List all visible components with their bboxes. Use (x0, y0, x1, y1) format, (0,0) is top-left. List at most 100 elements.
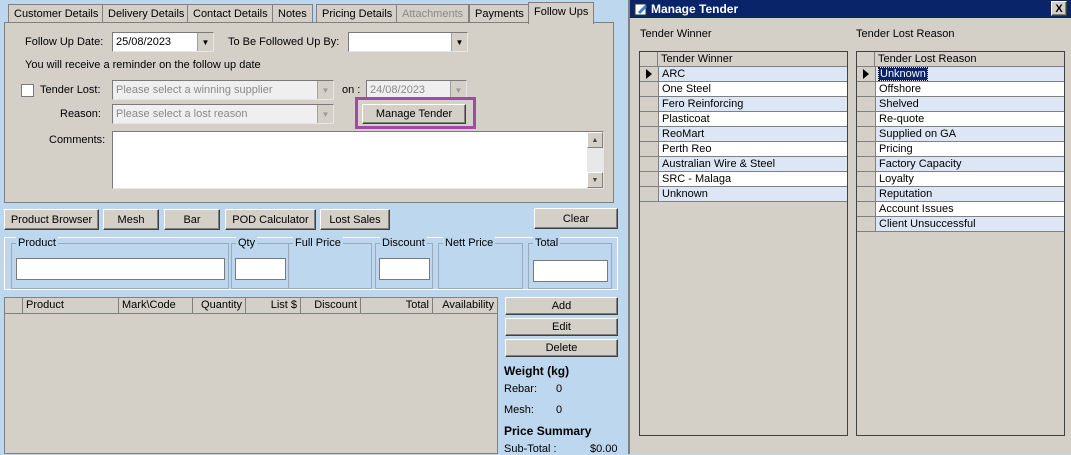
delete-button[interactable]: Delete (505, 339, 618, 357)
discount-input[interactable] (379, 258, 430, 280)
winner-row[interactable]: One Steel (658, 82, 847, 97)
tab-payments[interactable]: Payments (469, 4, 530, 23)
column-header-availability[interactable]: Availability (433, 298, 497, 314)
winner-row[interactable]: ReoMart (658, 127, 847, 142)
tender-lost-reason-list[interactable]: Tender Lost Reason Unknown Offshore Shelve… (856, 51, 1065, 436)
tab-contact-details[interactable]: Contact Details (187, 4, 274, 23)
reason-row[interactable]: Offshore (875, 82, 1064, 97)
winner-row[interactable]: ARC (658, 67, 847, 82)
product-grid[interactable]: Product Mark\Code Quantity List $ Discou… (4, 297, 498, 454)
reason-row[interactable]: Re-quote (875, 112, 1064, 127)
reason-row-indicator[interactable] (857, 82, 875, 97)
reason-row[interactable]: Client Unsuccessful (875, 217, 1064, 232)
winner-column-header[interactable]: Tender Winner (658, 52, 847, 67)
add-button[interactable]: Add (505, 297, 618, 315)
reason-row-label: Unknown (878, 67, 928, 81)
column-header-discount[interactable]: Discount (301, 298, 361, 314)
column-header-mark-code[interactable]: Mark\Code (119, 298, 193, 314)
reason-row-label: Client Unsuccessful (879, 218, 976, 230)
column-header-product[interactable]: Product (23, 298, 119, 314)
winner-row-indicator[interactable] (640, 142, 658, 157)
follow-up-date-picker[interactable]: 25/08/2023 ▼ (112, 32, 214, 52)
reason-row-label: Reputation (879, 188, 933, 200)
winner-list-corner (640, 52, 658, 67)
reason-row-indicator[interactable] (857, 202, 875, 217)
winner-row[interactable]: Fero Reinforcing (658, 97, 847, 112)
qty-input[interactable] (235, 258, 286, 280)
reason-row[interactable]: Reputation (875, 187, 1064, 202)
total-group: Total (528, 237, 612, 289)
reason-row-indicator[interactable] (857, 127, 875, 142)
reason-row[interactable]: Unknown (875, 67, 1064, 82)
chevron-down-icon[interactable]: ▼ (197, 33, 213, 51)
chevron-down-icon: ▼ (317, 105, 333, 123)
reason-row[interactable]: Account Issues (875, 202, 1064, 217)
winner-row-label: Australian Wire & Steel (662, 158, 776, 170)
rebar-label: Rebar: (504, 383, 538, 395)
reason-row-indicator[interactable] (857, 97, 875, 112)
winner-row-indicator[interactable] (640, 82, 658, 97)
column-header-list[interactable]: List $ (246, 298, 301, 314)
reason-column-header[interactable]: Tender Lost Reason (875, 52, 1064, 67)
tab-customer-details[interactable]: Customer Details (8, 4, 105, 23)
winner-row[interactable]: Perth Reo (658, 142, 847, 157)
reason-row-indicator[interactable] (857, 157, 875, 172)
product-input[interactable] (16, 258, 225, 280)
total-input (533, 260, 608, 282)
reason-row[interactable]: Factory Capacity (875, 157, 1064, 172)
reason-row-indicator[interactable] (857, 142, 875, 157)
tab-delivery-details[interactable]: Delivery Details (102, 4, 191, 23)
winner-row-indicator[interactable] (640, 112, 658, 127)
winner-row[interactable]: Plasticoat (658, 112, 847, 127)
mesh-label: Mesh: (504, 404, 534, 416)
tender-winner-list[interactable]: Tender Winner ARC One Steel Fero Reinforci… (639, 51, 848, 436)
winner-row-indicator[interactable] (640, 97, 658, 112)
comments-scrollbar[interactable]: ▲ ▼ (587, 132, 603, 188)
reason-row-indicator[interactable] (857, 172, 875, 187)
tender-winner-section-label: Tender Winner (640, 28, 712, 40)
reason-row-indicator[interactable] (857, 67, 875, 82)
mesh-button[interactable]: Mesh (103, 209, 159, 230)
winner-row[interactable]: Unknown (658, 187, 847, 202)
dialog-titlebar[interactable]: Manage Tender X (630, 0, 1071, 18)
winner-row-indicator[interactable] (640, 127, 658, 142)
followed-up-by-select[interactable]: ▼ (348, 32, 468, 52)
tender-lost-checkbox[interactable] (21, 84, 34, 97)
reason-row[interactable]: Supplied on GA (875, 127, 1064, 142)
winning-supplier-placeholder: Please select a winning supplier (116, 84, 273, 96)
reason-row-indicator[interactable] (857, 217, 875, 232)
winner-row[interactable]: SRC - Malaga (658, 172, 847, 187)
winner-row[interactable]: Australian Wire & Steel (658, 157, 847, 172)
product-browser-button[interactable]: Product Browser (4, 209, 99, 230)
chevron-down-icon[interactable]: ▼ (451, 33, 467, 51)
comments-textarea[interactable]: ▲ ▼ (112, 131, 604, 189)
clear-button[interactable]: Clear (534, 208, 618, 229)
winner-row-indicator[interactable] (640, 187, 658, 202)
reason-row-indicator[interactable] (857, 112, 875, 127)
scroll-down-icon[interactable]: ▼ (587, 172, 603, 188)
close-button[interactable]: X (1051, 1, 1067, 16)
tab-follow-ups[interactable]: Follow Ups (528, 2, 595, 24)
tab-pricing-details[interactable]: Pricing Details (316, 4, 399, 23)
reason-row[interactable]: Loyalty (875, 172, 1064, 187)
winner-row-indicator[interactable] (640, 67, 658, 82)
qty-group: Qty (231, 237, 289, 289)
reason-row-indicator[interactable] (857, 187, 875, 202)
edit-button[interactable]: Edit (505, 318, 618, 336)
chevron-down-icon: ▼ (317, 81, 333, 99)
price-summary-title: Price Summary (504, 424, 592, 438)
lost-sales-button[interactable]: Lost Sales (320, 209, 390, 230)
mesh-value: 0 (556, 404, 563, 416)
discount-label: Discount (380, 237, 427, 249)
bar-button[interactable]: Bar (164, 209, 220, 230)
column-header-total[interactable]: Total (361, 298, 433, 314)
reason-row[interactable]: Pricing (875, 142, 1064, 157)
column-header-quantity[interactable]: Quantity (193, 298, 246, 314)
winner-row-indicator[interactable] (640, 157, 658, 172)
reason-row[interactable]: Shelved (875, 97, 1064, 112)
pod-calculator-button[interactable]: POD Calculator (225, 209, 316, 230)
winner-row-indicator[interactable] (640, 172, 658, 187)
manage-tender-button[interactable]: Manage Tender (362, 104, 466, 124)
scroll-up-icon[interactable]: ▲ (587, 132, 603, 148)
tab-notes[interactable]: Notes (272, 4, 313, 23)
